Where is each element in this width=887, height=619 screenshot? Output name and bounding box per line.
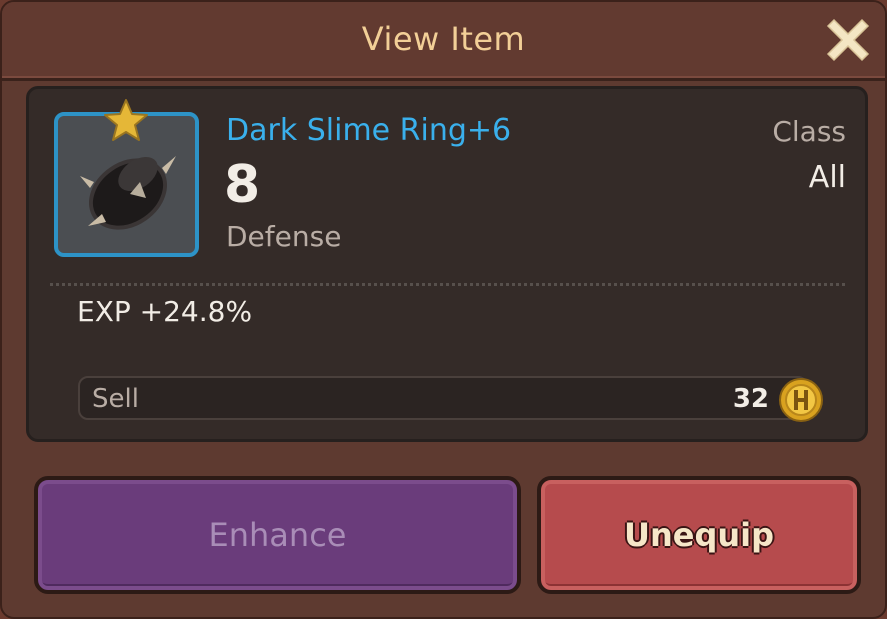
dialog-header: View Item <box>2 2 885 81</box>
sell-price: 32 <box>732 384 769 414</box>
item-bonus: EXP +24.8% <box>77 295 253 328</box>
dialog-title: View Item <box>361 20 526 58</box>
enhance-button-label: Enhance <box>208 516 347 554</box>
item-name: Dark Slime Ring+6 <box>226 113 512 148</box>
unequip-button-label: Unequip <box>623 516 775 554</box>
unequip-button[interactable]: Unequip <box>537 476 861 594</box>
gold-star-icon <box>104 99 148 141</box>
sell-label: Sell <box>92 384 139 414</box>
enhance-button[interactable]: Enhance <box>34 476 521 594</box>
class-value: All <box>808 160 846 195</box>
sell-bar <box>78 376 808 420</box>
gold-coin-icon <box>779 378 823 422</box>
class-label: Class <box>772 115 846 148</box>
item-stat-label: Defense <box>226 220 342 253</box>
divider <box>50 283 845 286</box>
close-x-icon[interactable] <box>824 14 872 62</box>
item-stat-value: 8 <box>224 155 261 215</box>
